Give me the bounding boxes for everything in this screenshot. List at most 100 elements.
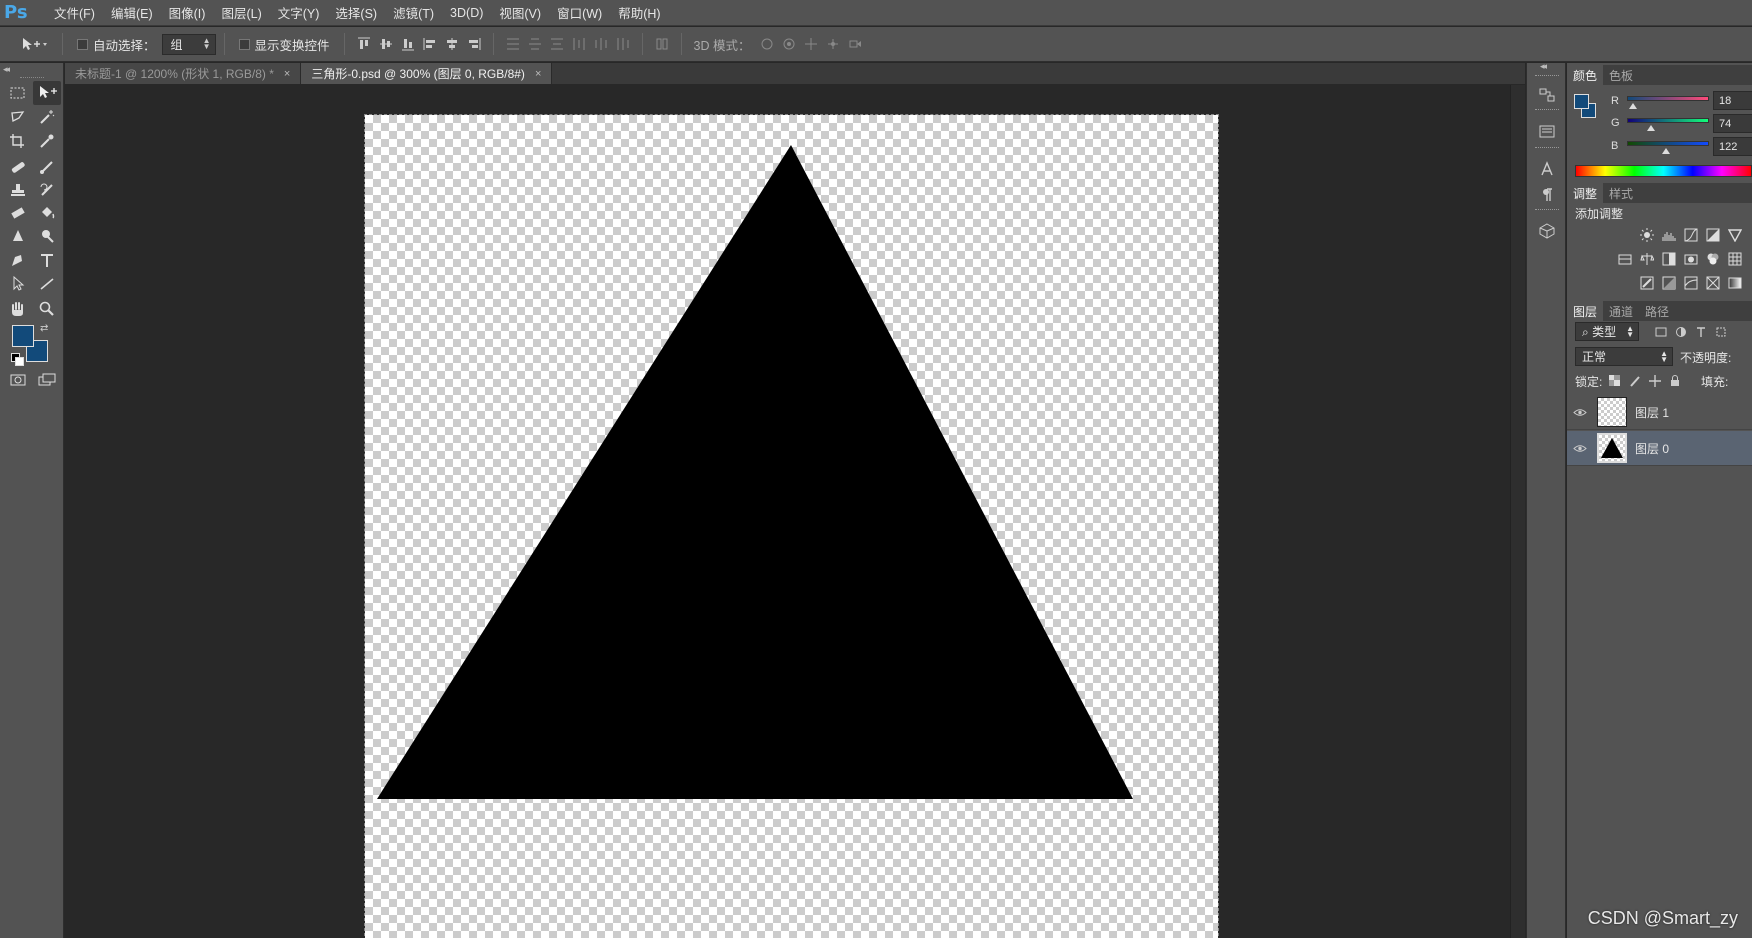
3d-roll-icon[interactable] — [778, 33, 800, 55]
curves-icon[interactable] — [1681, 225, 1700, 244]
layer-row[interactable]: 图层 0 — [1567, 431, 1752, 466]
posterize-icon[interactable] — [1659, 273, 1678, 292]
panel-grip[interactable] — [1535, 109, 1559, 111]
filter-shape-icon[interactable] — [1711, 322, 1730, 341]
blur-tool-icon[interactable] — [4, 224, 32, 248]
channel-g-slider[interactable] — [1627, 118, 1709, 123]
paint-bucket-icon[interactable] — [33, 201, 61, 225]
channel-b-thumb[interactable] — [1662, 148, 1671, 154]
black-white-icon[interactable] — [1659, 249, 1678, 268]
channel-r-thumb[interactable] — [1628, 103, 1637, 109]
path-select-icon[interactable] — [4, 272, 32, 296]
align-right-icon[interactable] — [463, 33, 485, 55]
channel-g-thumb[interactable] — [1646, 125, 1655, 131]
type-tool-icon[interactable] — [33, 249, 61, 273]
distribute-hcenter-icon[interactable] — [590, 33, 612, 55]
align-top-icon[interactable] — [353, 33, 375, 55]
selective-color-icon[interactable] — [1703, 273, 1722, 292]
history-panel-icon[interactable] — [1533, 83, 1561, 107]
color-balance-icon[interactable] — [1637, 249, 1656, 268]
filter-type-icon[interactable] — [1691, 322, 1710, 341]
eraser-tool-icon[interactable] — [4, 201, 32, 225]
dodge-tool-icon[interactable] — [33, 224, 61, 248]
invert-icon[interactable] — [1637, 273, 1656, 292]
history-brush-icon[interactable] — [33, 178, 61, 202]
auto-select-checkbox[interactable]: 自动选择： — [77, 35, 156, 54]
tab-channels[interactable]: 通道 — [1603, 301, 1639, 321]
lock-transparent-icon[interactable] — [1605, 371, 1624, 390]
align-hcenter-icon[interactable] — [441, 33, 463, 55]
checkbox-box[interactable] — [77, 38, 88, 50]
vertical-scrollbar[interactable] — [1510, 85, 1525, 938]
filter-adjust-icon[interactable] — [1671, 322, 1690, 341]
brightness-icon[interactable] — [1637, 225, 1656, 244]
channel-r-value[interactable]: 18 — [1713, 91, 1752, 110]
align-bottom-icon[interactable] — [397, 33, 419, 55]
exposure-icon[interactable] — [1703, 225, 1722, 244]
tab-triangle-psd[interactable]: 三角形-0.psd @ 300% (图层 0, RGB/8#) × — [301, 63, 553, 84]
menu-filter[interactable]: 滤镜(T) — [385, 0, 442, 26]
clone-stamp-icon[interactable] — [4, 178, 32, 202]
menu-view[interactable]: 视图(V) — [491, 0, 549, 26]
layer-name[interactable]: 图层 0 — [1635, 440, 1669, 457]
tab-styles[interactable]: 样式 — [1603, 183, 1639, 203]
menu-help[interactable]: 帮助(H) — [610, 0, 668, 26]
line-tool-icon[interactable] — [33, 272, 61, 296]
magic-wand-icon[interactable] — [33, 105, 61, 129]
lock-pixels-icon[interactable] — [1625, 371, 1644, 390]
checkbox-box[interactable] — [238, 38, 250, 50]
distribute-left-icon[interactable] — [568, 33, 590, 55]
close-icon[interactable]: × — [535, 68, 541, 80]
crop-tool-icon[interactable] — [4, 129, 32, 153]
tab-swatches[interactable]: 色板 — [1603, 65, 1639, 85]
threshold-icon[interactable] — [1681, 273, 1700, 292]
screen-mode-icon[interactable] — [33, 368, 61, 392]
quick-mask-icon[interactable] — [4, 368, 32, 392]
show-transform-checkbox[interactable]: 显示变换控件 — [238, 35, 330, 54]
properties-panel-icon[interactable] — [1533, 119, 1561, 143]
channel-mixer-icon[interactable] — [1703, 249, 1722, 268]
distribute-bottom-icon[interactable] — [546, 33, 568, 55]
channel-r-slider[interactable] — [1627, 96, 1709, 101]
layer-name[interactable]: 图层 1 — [1635, 404, 1669, 421]
panel-grip[interactable] — [1535, 209, 1559, 211]
swap-colors-icon[interactable]: ⇄ — [40, 323, 48, 334]
tab-adjustments[interactable]: 调整 — [1567, 183, 1604, 203]
vibrance-icon[interactable] — [1725, 225, 1744, 244]
3d-scale-icon[interactable] — [844, 33, 866, 55]
photo-filter-icon[interactable] — [1681, 249, 1700, 268]
eyedropper-icon[interactable] — [33, 129, 61, 153]
lasso-tool-icon[interactable] — [4, 105, 32, 129]
menu-3d[interactable]: 3D(D) — [442, 0, 491, 26]
menu-file[interactable]: 文件(F) — [46, 0, 103, 26]
3d-panel-icon[interactable] — [1533, 219, 1561, 243]
auto-select-dropdown[interactable]: 组 ▲ ▼ — [161, 33, 216, 55]
tool-preset-picker[interactable] — [14, 29, 54, 59]
panel-grip[interactable] — [20, 77, 44, 79]
channel-g-value[interactable]: 74 — [1713, 114, 1752, 133]
default-colors-icon-white[interactable] — [15, 357, 24, 366]
paragraph-panel-icon[interactable] — [1533, 183, 1561, 207]
tab-layers[interactable]: 图层 — [1567, 301, 1604, 321]
tab-color[interactable]: 颜色 — [1567, 65, 1604, 85]
channel-b-value[interactable]: 122 — [1713, 137, 1752, 156]
color-lookup-icon[interactable] — [1725, 249, 1744, 268]
foreground-color-swatch[interactable] — [12, 325, 34, 347]
menu-type[interactable]: 文字(Y) — [270, 0, 328, 26]
auto-align-icon[interactable] — [651, 33, 673, 55]
blend-mode-dropdown[interactable]: 正常 ▲ ▼ — [1575, 347, 1673, 366]
layer-row[interactable]: 图层 1 — [1567, 395, 1752, 430]
channel-b-slider[interactable] — [1627, 141, 1709, 146]
close-icon[interactable]: × — [284, 68, 290, 80]
distribute-top-icon[interactable] — [502, 33, 524, 55]
distribute-right-icon[interactable] — [612, 33, 634, 55]
brush-tool-icon[interactable] — [33, 155, 61, 179]
panel-grip[interactable] — [1535, 75, 1559, 77]
healing-brush-icon[interactable] — [4, 155, 32, 179]
eye-icon[interactable] — [1567, 431, 1593, 466]
document-canvas[interactable] — [364, 114, 1219, 938]
lock-all-icon[interactable] — [1665, 371, 1684, 390]
menu-select[interactable]: 选择(S) — [327, 0, 385, 26]
levels-icon[interactable] — [1659, 225, 1678, 244]
marquee-tool-icon[interactable] — [4, 81, 32, 105]
